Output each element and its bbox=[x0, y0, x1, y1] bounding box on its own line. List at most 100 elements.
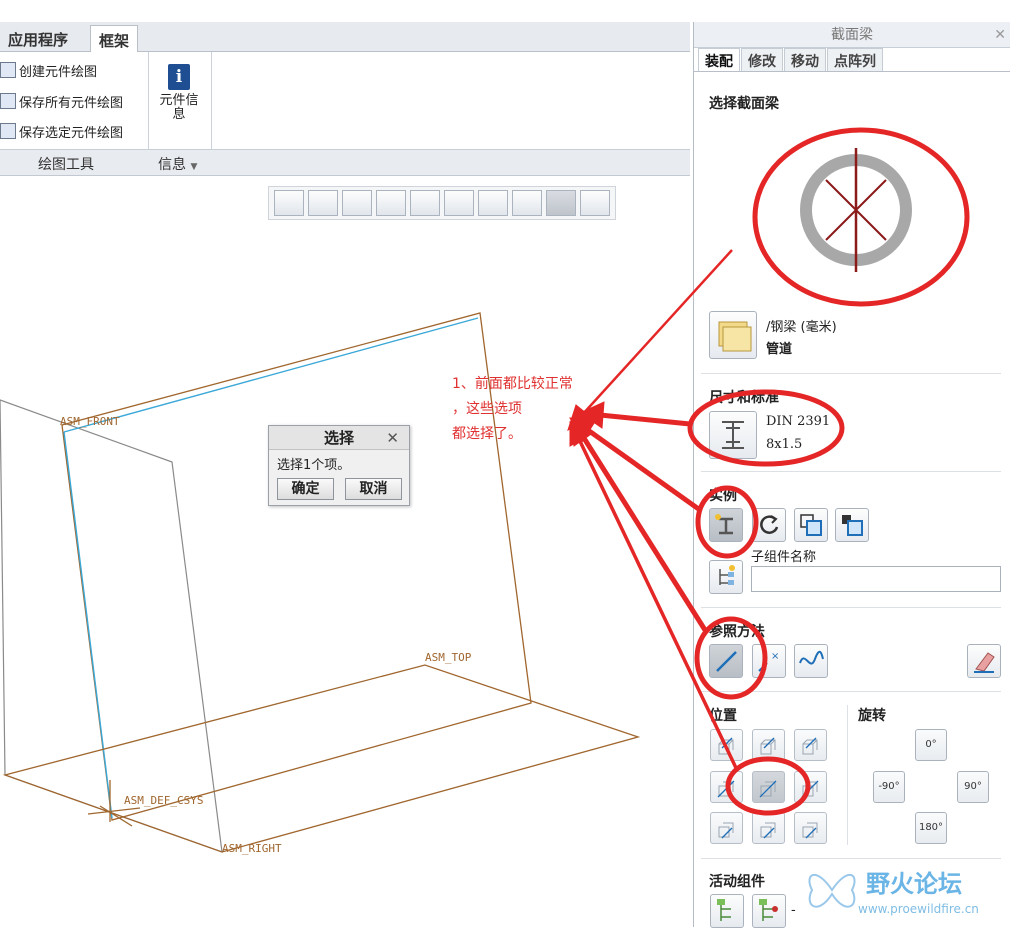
tab-move[interactable]: 移动 bbox=[784, 48, 826, 71]
view-manager-icon[interactable] bbox=[478, 190, 508, 216]
beam-library-button[interactable] bbox=[709, 311, 757, 359]
position-middle-right[interactable] bbox=[794, 771, 827, 803]
annotation-text: 1、前面都比较正常 ，这些选项 都选择了。 bbox=[452, 376, 573, 442]
rotate-minus-90-button[interactable]: -90° bbox=[873, 771, 905, 803]
active-component-heading: 活动组件 bbox=[709, 874, 765, 890]
rotation-heading: 旋转 bbox=[858, 708, 886, 724]
rotate-0-button[interactable]: 0° bbox=[915, 729, 947, 761]
reference-method-heading: 参照方法 bbox=[709, 624, 765, 640]
position-top-right[interactable] bbox=[794, 729, 827, 761]
tab-applications[interactable]: 应用程序 bbox=[0, 25, 76, 52]
i-beam-icon bbox=[722, 421, 744, 449]
folder-icon bbox=[718, 321, 752, 352]
tab-frame[interactable]: 框架 bbox=[90, 25, 139, 52]
subassembly-label: 子组件名称 bbox=[751, 550, 817, 565]
ribbon-group-bar: 绘图工具 信息 ▼ bbox=[0, 150, 690, 176]
select-dialog-title-text: 选择 bbox=[323, 429, 354, 447]
position-bottom-right[interactable] bbox=[794, 812, 827, 844]
repaint-icon[interactable] bbox=[376, 190, 406, 216]
close-icon[interactable]: ✕ bbox=[386, 426, 399, 450]
position-middle-left[interactable] bbox=[710, 771, 743, 803]
rotation-label: -90° bbox=[878, 781, 900, 792]
group-info-label: 信息 bbox=[158, 157, 186, 173]
save-all-icon bbox=[0, 93, 16, 109]
point-line-icon: × bbox=[758, 651, 779, 672]
group-info-dropdown[interactable]: 信息 ▼ bbox=[158, 154, 197, 174]
rotation-label: 0° bbox=[925, 739, 937, 750]
chevron-down-icon: ▼ bbox=[190, 162, 198, 172]
zoom-in-icon[interactable] bbox=[308, 190, 338, 216]
watermark-url: www.proewildfire.cn bbox=[858, 902, 979, 916]
select-beam-heading: 选择截面梁 bbox=[709, 96, 779, 112]
position-top-left[interactable] bbox=[710, 729, 743, 761]
size-button[interactable] bbox=[709, 411, 757, 459]
select-dialog: 选择 ✕ 选择1个项。 确定 取消 bbox=[268, 425, 410, 506]
cancel-button[interactable]: 取消 bbox=[345, 478, 402, 500]
command-label: 保存选定元件绘图 bbox=[19, 125, 124, 141]
copy-instance-button[interactable] bbox=[794, 508, 828, 542]
active-component-button[interactable] bbox=[710, 894, 744, 928]
annotation-display-icon[interactable] bbox=[580, 190, 610, 216]
rotation-label: 180° bbox=[918, 822, 944, 833]
tree-icon bbox=[719, 565, 735, 585]
ribbon-separator bbox=[211, 52, 212, 150]
graphics-viewport[interactable] bbox=[0, 177, 690, 927]
subassembly-name-input[interactable] bbox=[751, 566, 1001, 592]
point-reference-button[interactable]: × bbox=[752, 644, 786, 678]
curve-reference-button[interactable] bbox=[794, 644, 828, 678]
datum-display-icon[interactable] bbox=[512, 190, 542, 216]
save-selected-drawings-button[interactable]: 保存选定元件绘图 bbox=[0, 119, 123, 143]
ok-button[interactable]: 确定 bbox=[277, 478, 334, 500]
curve-icon bbox=[799, 650, 824, 665]
beam-library-path: /钢梁 (毫米) bbox=[766, 320, 837, 335]
replace-instance-button[interactable] bbox=[835, 508, 869, 542]
save-selected-icon bbox=[0, 123, 16, 139]
section-divider bbox=[701, 691, 1001, 692]
position-center[interactable] bbox=[752, 771, 785, 803]
butterfly-logo-icon bbox=[808, 874, 856, 908]
position-bottom-center[interactable] bbox=[752, 812, 785, 844]
eraser-icon bbox=[974, 652, 995, 673]
undo-rotate-icon bbox=[760, 515, 779, 534]
clear-reference-button[interactable] bbox=[967, 644, 1001, 678]
create-component-drawing-button[interactable]: 创建元件绘图 bbox=[0, 58, 97, 82]
drawing-icon bbox=[0, 62, 16, 78]
section-divider bbox=[701, 373, 1001, 374]
display-style-icon[interactable] bbox=[410, 190, 440, 216]
line-reference-button[interactable] bbox=[709, 644, 743, 678]
tab-assemble[interactable]: 装配 bbox=[698, 48, 740, 71]
size-value: 8x1.5 bbox=[766, 437, 803, 452]
ribbon-separator bbox=[148, 52, 149, 150]
zoom-out-icon[interactable] bbox=[342, 190, 372, 216]
panel-title: 截面梁 ✕ bbox=[694, 22, 1010, 48]
size-standard-heading: 尺寸和标准 bbox=[709, 390, 779, 406]
component-info-label: 元件信息 bbox=[159, 93, 199, 122]
rotate-instance-button[interactable] bbox=[752, 508, 786, 542]
saved-views-icon[interactable] bbox=[444, 190, 474, 216]
replace-icon bbox=[842, 515, 863, 536]
component-info-button[interactable]: i 元件信息 bbox=[155, 64, 203, 122]
copy-icon bbox=[800, 514, 822, 536]
refit-icon[interactable] bbox=[274, 190, 304, 216]
info-icon: i bbox=[168, 64, 190, 90]
group-drawing-tools: 绘图工具 bbox=[38, 157, 94, 173]
rotate-180-button[interactable]: 180° bbox=[915, 812, 947, 844]
new-beam-icon bbox=[715, 514, 733, 535]
select-dialog-title: 选择 ✕ bbox=[269, 426, 409, 450]
rotation-label: 90° bbox=[964, 781, 982, 792]
rotate-90-button[interactable]: 90° bbox=[957, 771, 989, 803]
standard-value: DIN 2391 bbox=[766, 414, 831, 429]
component-tree-red-icon bbox=[759, 899, 778, 921]
watermark-name: 野火论坛 bbox=[866, 870, 962, 898]
tab-modify[interactable]: 修改 bbox=[741, 48, 783, 71]
tab-pattern[interactable]: 点阵列 bbox=[827, 48, 883, 71]
subassembly-button[interactable] bbox=[709, 560, 743, 594]
spin-center-icon[interactable] bbox=[546, 190, 576, 216]
column-separator bbox=[847, 705, 848, 845]
active-subcomponent-button[interactable] bbox=[752, 894, 786, 928]
position-bottom-left[interactable] bbox=[710, 812, 743, 844]
position-top-center[interactable] bbox=[752, 729, 785, 761]
new-instance-button[interactable] bbox=[709, 508, 743, 542]
save-all-drawings-button[interactable]: 保存所有元件绘图 bbox=[0, 89, 123, 113]
close-icon[interactable]: ✕ bbox=[994, 22, 1006, 48]
